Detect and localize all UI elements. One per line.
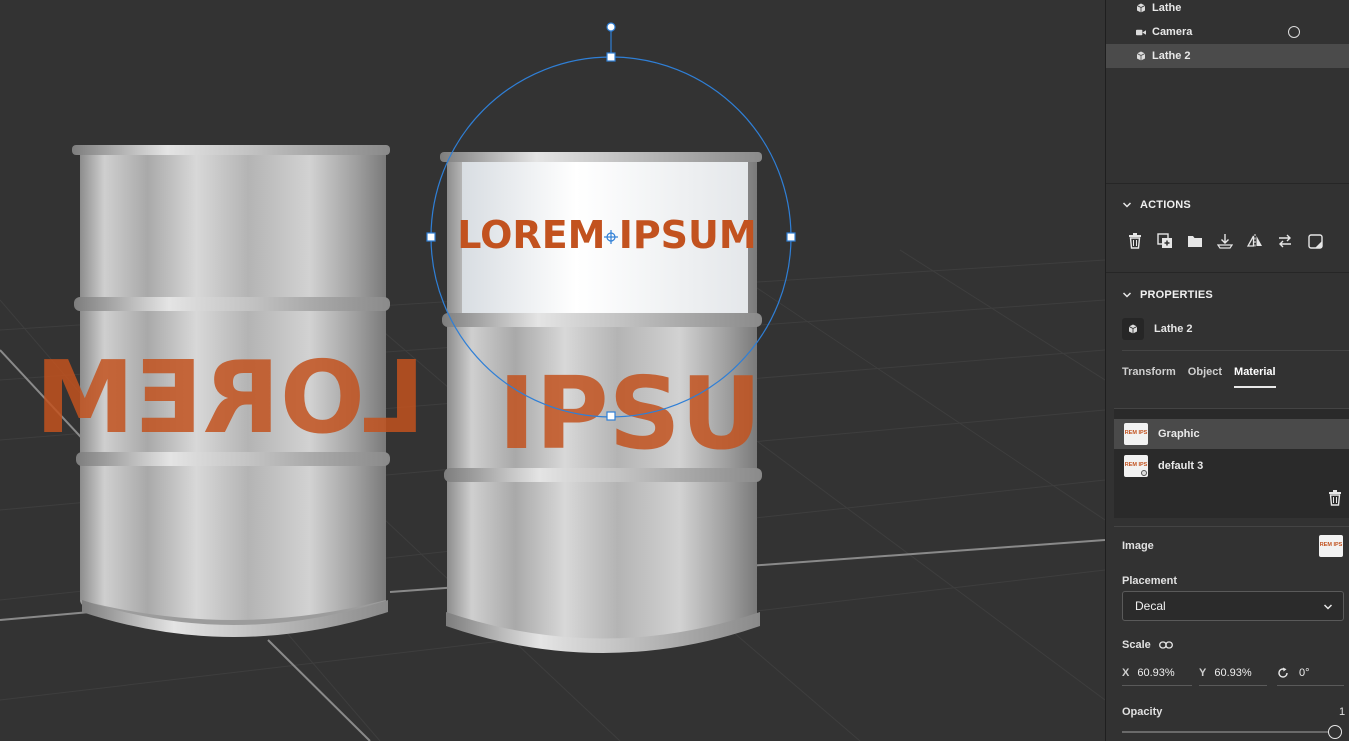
actions-header[interactable]: ACTIONS (1122, 199, 1191, 211)
swap-icon (1279, 234, 1291, 248)
scale-x-field[interactable]: X 60.93% (1122, 660, 1192, 686)
properties-title: PROPERTIES (1140, 289, 1213, 301)
right-barrel-text: IPSU (498, 355, 762, 472)
group-icon (1188, 236, 1202, 247)
divider (1106, 183, 1349, 184)
drop-to-ground-icon (1217, 234, 1233, 249)
opacity-slider-track[interactable] (1122, 731, 1334, 733)
axis-label: Y (1199, 666, 1207, 679)
scale-y-value: 60.93% (1214, 666, 1252, 679)
scale-handle-left[interactable] (426, 232, 436, 242)
material-name: default 3 (1158, 460, 1204, 472)
swap-button[interactable] (1275, 231, 1295, 251)
convert-icon (1307, 233, 1323, 249)
layer-label: Lathe 2 (1152, 50, 1191, 62)
group-button[interactable] (1185, 231, 1205, 251)
camera-icon (1136, 27, 1146, 37)
drop-to-ground-button[interactable] (1215, 231, 1235, 251)
divider (1106, 272, 1349, 273)
opacity-label: Opacity (1122, 706, 1163, 718)
right-barrel[interactable]: LOREM IPSUM IPSU (440, 152, 762, 653)
layer-item-lathe-2[interactable]: Lathe 2 (1106, 44, 1349, 68)
image-label: Image (1122, 540, 1154, 552)
tab-material[interactable]: Material (1234, 366, 1276, 388)
mirror-button[interactable] (1245, 231, 1265, 251)
divider (1114, 526, 1349, 527)
material-item-graphic[interactable]: REM IPS Graphic (1114, 419, 1349, 449)
delete-material-button[interactable] (1328, 490, 1344, 508)
scale-handle-right[interactable] (786, 232, 796, 242)
left-barrel[interactable]: LOREM (35, 145, 425, 637)
visibility-toggle-icon[interactable] (1288, 26, 1300, 38)
scene-canvas[interactable]: LOREM LOREM IPSUM IPSU (0, 0, 1105, 741)
duplicate-icon (1157, 233, 1172, 248)
rotate-handle[interactable] (606, 22, 616, 32)
property-tabs: Transform Object Material (1122, 366, 1288, 388)
cube-icon (1136, 3, 1146, 13)
rotation-field[interactable]: 0° (1277, 660, 1344, 686)
layer-item-camera[interactable]: Camera (1106, 20, 1349, 44)
mirror-icon (1247, 234, 1262, 248)
divider (1122, 350, 1349, 351)
placement-value: Decal (1135, 599, 1166, 613)
object-name: Lathe 2 (1154, 323, 1193, 335)
tab-transform[interactable]: Transform (1122, 366, 1176, 388)
material-thumbnail: REM IPS (1124, 423, 1148, 445)
left-barrel-text: LOREM (35, 339, 425, 456)
duplicate-button[interactable] (1155, 231, 1175, 251)
properties-panel: Lathe Camera Lathe 2 ACTIONS PROPERTIES … (1105, 0, 1349, 741)
material-name: Graphic (1158, 428, 1200, 440)
opacity-slider-handle[interactable] (1328, 725, 1342, 739)
material-thumbnail: REM IPS (1124, 455, 1148, 477)
cube-icon (1136, 51, 1146, 61)
placement-label: Placement (1122, 575, 1178, 587)
actions-title: ACTIONS (1140, 199, 1191, 211)
material-list: REM IPS Graphic REM IPS default 3 (1114, 408, 1349, 518)
opacity-value: 1 (1339, 706, 1346, 718)
thumb-text: REM IPS (1124, 462, 1148, 469)
rotation-value: 0° (1299, 666, 1310, 679)
chevron-down-icon (1122, 292, 1132, 298)
cube-icon (1128, 324, 1138, 334)
scale-x-value: 60.93% (1137, 666, 1175, 679)
scale-handle-bottom[interactable] (606, 411, 616, 421)
app-window: LOREM LOREM IPSUM IPSU Lathe Camera Lath… (0, 0, 1349, 741)
scale-label: Scale (1122, 639, 1151, 651)
material-item-default-3[interactable]: REM IPS default 3 (1114, 451, 1349, 481)
layer-item-lathe[interactable]: Lathe (1106, 0, 1349, 20)
layer-label: Camera (1152, 26, 1193, 38)
image-thumbnail[interactable]: REM IPS (1319, 535, 1343, 557)
placement-dropdown[interactable]: Decal (1122, 591, 1344, 621)
rotate-icon (1278, 667, 1288, 678)
delete-button[interactable] (1125, 231, 1145, 251)
linked-badge-icon (1141, 470, 1147, 476)
delete-icon (1329, 490, 1341, 506)
axis-label: X (1122, 666, 1130, 679)
properties-header[interactable]: PROPERTIES (1122, 289, 1213, 301)
object-type-icon (1122, 318, 1144, 340)
link-icon[interactable] (1158, 641, 1173, 649)
delete-icon (1129, 233, 1141, 249)
chevron-down-icon (1323, 604, 1333, 610)
convert-button[interactable] (1305, 231, 1325, 251)
3d-viewport[interactable]: LOREM LOREM IPSUM IPSU (0, 0, 1105, 741)
scale-y-field[interactable]: Y 60.93% (1199, 660, 1267, 686)
scale-handle-top[interactable] (606, 52, 616, 62)
layer-label: Lathe (1152, 2, 1182, 14)
tab-object[interactable]: Object (1188, 366, 1222, 388)
chevron-down-icon (1122, 202, 1132, 208)
scale-label-row: Scale (1122, 639, 1173, 651)
